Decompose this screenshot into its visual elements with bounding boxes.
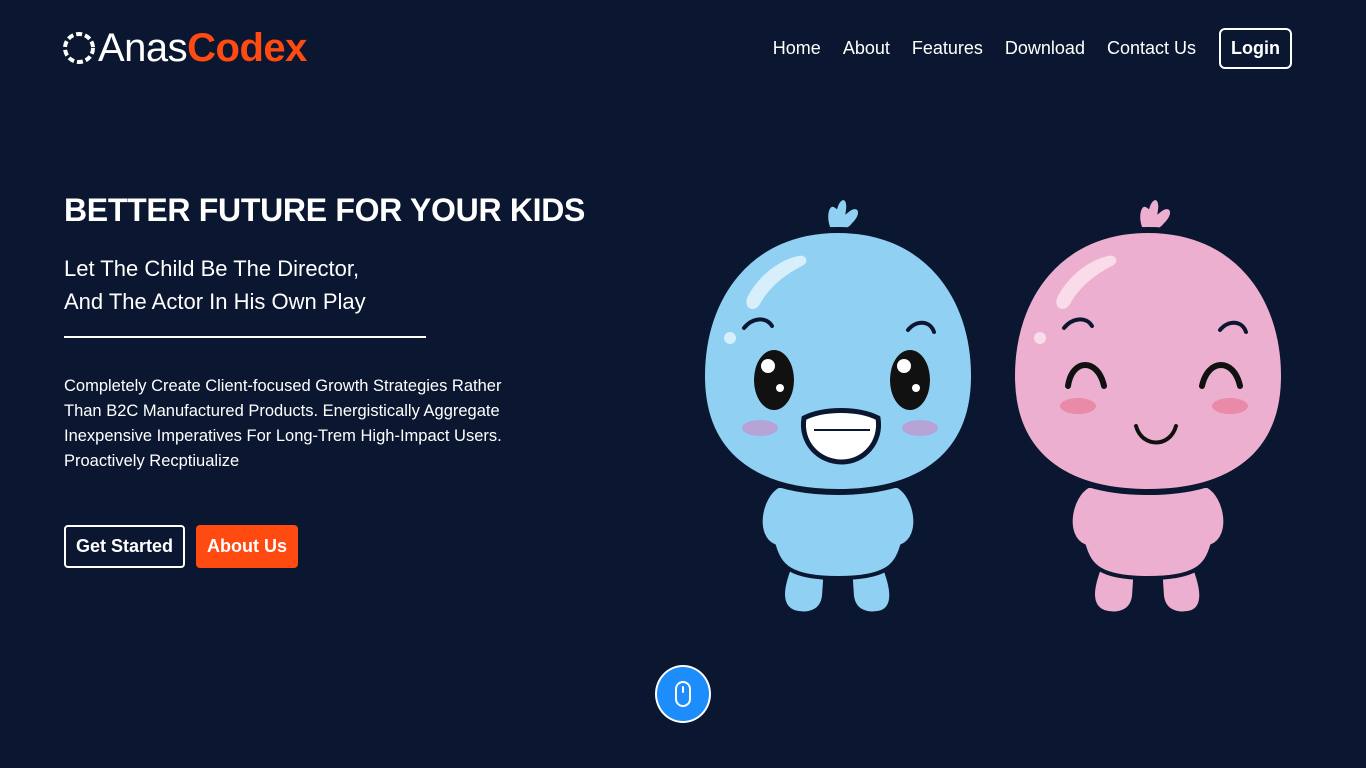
logo-ring-icon	[63, 32, 95, 64]
pink-kid-character	[1008, 196, 1288, 616]
nav-about[interactable]: About	[843, 38, 890, 59]
nav-contact-us[interactable]: Contact Us	[1107, 38, 1196, 59]
kids-illustration	[698, 196, 1288, 616]
mouse-icon	[675, 681, 691, 707]
blue-kid-character	[698, 196, 978, 616]
hero-subtitle: Let The Child Be The Director, And The A…	[64, 252, 366, 318]
brand-name-part2: Codex	[187, 25, 307, 70]
get-started-button[interactable]: Get Started	[64, 525, 186, 568]
scroll-down-button[interactable]	[655, 665, 711, 723]
main-nav: Home About Features Download Contact Us …	[773, 26, 1292, 70]
hero-title: BETTER FUTURE FOR YOUR KIDS	[64, 192, 586, 228]
login-button[interactable]: Login	[1219, 27, 1292, 69]
nav-download[interactable]: Download	[1005, 38, 1085, 59]
nav-features[interactable]: Features	[912, 38, 983, 59]
hero-paragraph: Completely Create Client-focused Growth …	[64, 377, 502, 470]
brand-name-part1: Anas	[98, 25, 188, 70]
brand-logo[interactable]: Anas Codex	[62, 24, 307, 72]
about-us-button[interactable]: About Us	[196, 525, 299, 568]
hero-subtitle-line1: Let The Child Be The Director,	[64, 256, 360, 281]
hero-button-row: Get Started About Us	[64, 525, 299, 568]
nav-home[interactable]: Home	[773, 38, 821, 59]
landing-page: Anas Codex Home About Features Download C…	[0, 0, 1366, 768]
hero-divider	[64, 336, 426, 338]
hero-subtitle-line2: And The Actor In His Own Play	[64, 289, 366, 314]
